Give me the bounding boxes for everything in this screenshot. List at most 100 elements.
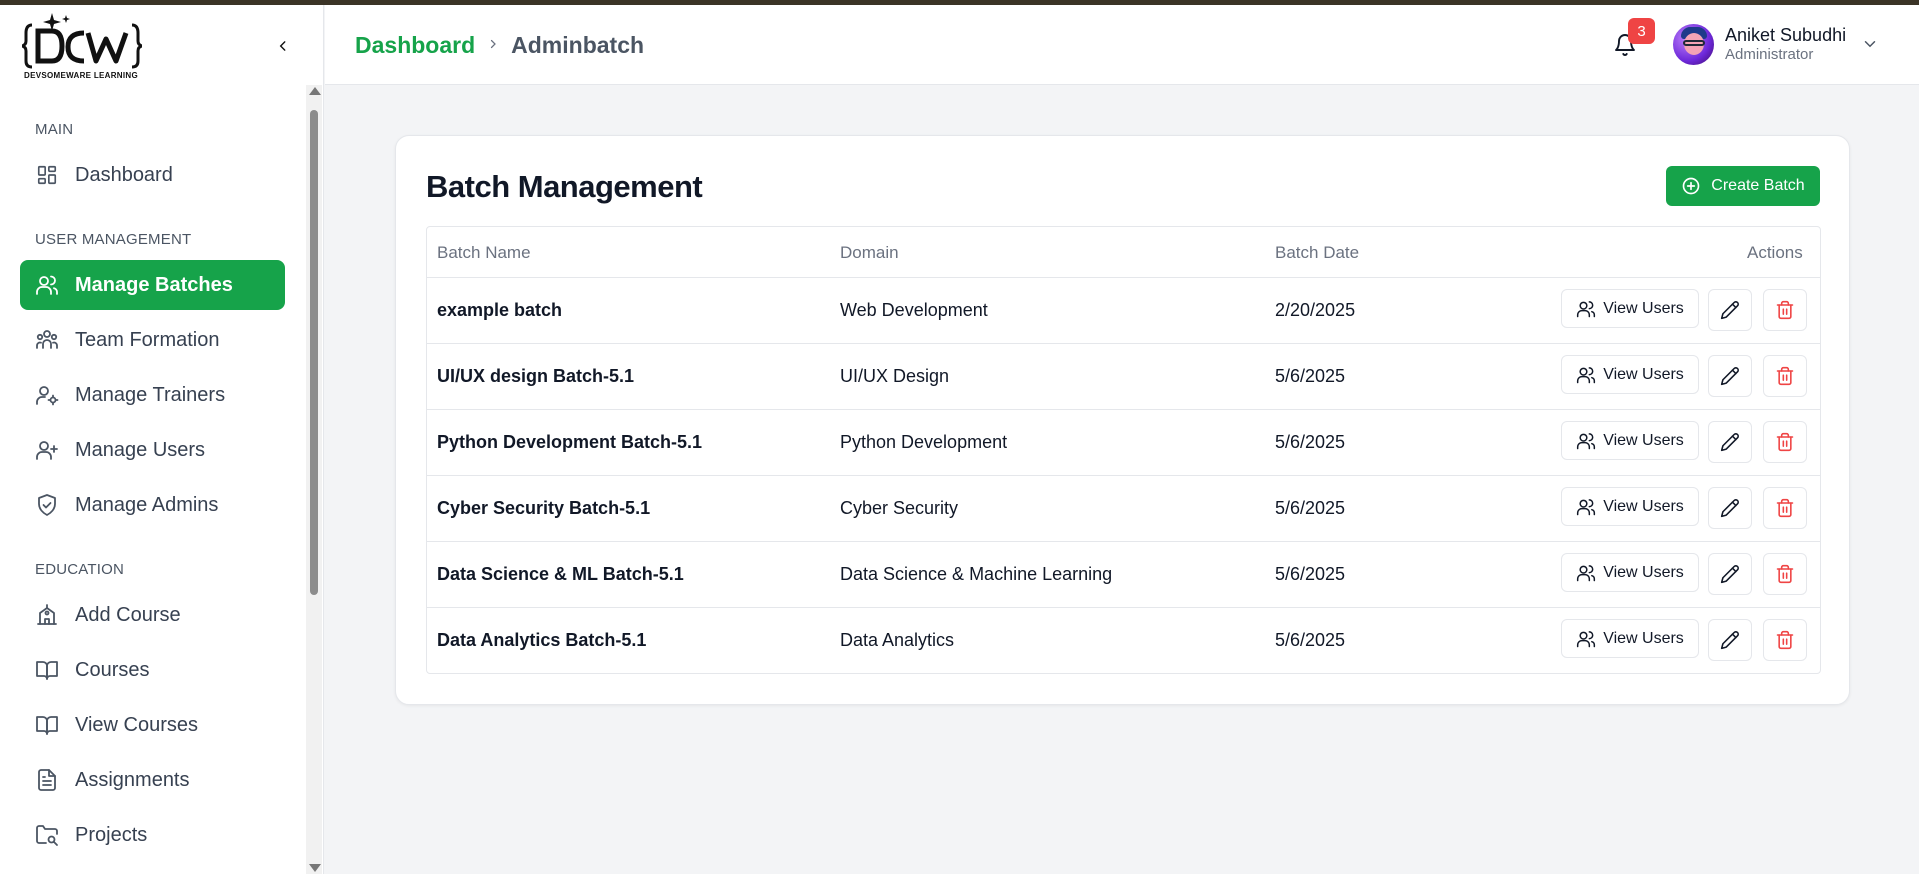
user-menu-toggle[interactable] bbox=[1861, 35, 1879, 53]
sidebar-item-label: Assignments bbox=[75, 768, 190, 791]
pencil-icon bbox=[1720, 499, 1739, 518]
create-batch-button[interactable]: Create Batch bbox=[1666, 166, 1820, 206]
trash-icon bbox=[1776, 498, 1794, 518]
section-label-user-management: USER MANAGEMENT bbox=[35, 231, 192, 248]
chevron-down-icon bbox=[1864, 41, 1876, 48]
table-row: Cyber Security Batch-5.1 Cyber Security … bbox=[427, 476, 1820, 542]
pencil-icon bbox=[1720, 301, 1739, 320]
edit-batch-button[interactable] bbox=[1708, 487, 1752, 529]
batch-name-cell: Data Science & ML Batch-5.1 bbox=[437, 564, 684, 584]
school-icon bbox=[35, 603, 59, 627]
domain-cell: UI/UX Design bbox=[840, 366, 950, 386]
delete-batch-button[interactable] bbox=[1763, 619, 1807, 661]
table-row: Python Development Batch-5.1 Python Deve… bbox=[427, 410, 1820, 476]
sidebar-item-manage-trainers[interactable]: Manage Trainers bbox=[20, 370, 285, 420]
file-text-icon bbox=[35, 768, 59, 792]
sidebar-item-label: Manage Trainers bbox=[75, 383, 226, 406]
delete-batch-button[interactable] bbox=[1763, 355, 1807, 397]
sidebar-item-projects[interactable]: Projects bbox=[20, 810, 285, 860]
sidebar: DEVSOMEWARE LEARNING MAIN Dashboard USER… bbox=[0, 5, 324, 874]
sidebar-item-courses[interactable]: Courses bbox=[20, 645, 285, 695]
trash-icon bbox=[1776, 564, 1794, 584]
sidebar-item-manage-admins[interactable]: Manage Admins bbox=[20, 480, 285, 530]
batch-management-card: Batch Management Create Batch Batch Name… bbox=[395, 135, 1850, 705]
chevron-right-icon bbox=[487, 35, 499, 56]
sidebar-item-view-courses[interactable]: View Courses bbox=[20, 700, 285, 750]
view-users-label: View Users bbox=[1603, 497, 1684, 515]
sidebar-item-label: Courses bbox=[75, 658, 150, 681]
view-users-label: View Users bbox=[1603, 629, 1684, 647]
user-role: Administrator bbox=[1725, 46, 1814, 63]
folder-search-icon bbox=[35, 823, 59, 847]
breadcrumb-dashboard-link[interactable]: Dashboard bbox=[355, 32, 475, 59]
plus-circle-icon bbox=[1681, 176, 1701, 196]
team-icon bbox=[35, 328, 59, 352]
delete-batch-button[interactable] bbox=[1763, 421, 1807, 463]
users-icon bbox=[35, 273, 59, 297]
avatar[interactable] bbox=[1673, 24, 1714, 65]
domain-cell: Python Development bbox=[840, 432, 1008, 452]
domain-cell: Data Analytics bbox=[840, 630, 955, 650]
batch-name-cell: UI/UX design Batch-5.1 bbox=[437, 366, 635, 386]
sidebar-item-manage-batches[interactable]: Manage Batches bbox=[20, 260, 285, 310]
batch-name-cell: Data Analytics Batch-5.1 bbox=[437, 630, 647, 650]
logo-area: DEVSOMEWARE LEARNING bbox=[0, 5, 324, 85]
scroll-up-arrow-icon[interactable] bbox=[309, 87, 321, 95]
logo-text: DEVSOMEWARE LEARNING bbox=[24, 71, 139, 80]
page-title: Batch Management bbox=[426, 169, 703, 204]
sidebar-item-manage-users[interactable]: Manage Users bbox=[20, 425, 285, 475]
scrollbar-thumb[interactable] bbox=[310, 110, 318, 595]
users-icon bbox=[1576, 629, 1596, 649]
create-batch-label: Create Batch bbox=[1711, 177, 1805, 194]
batch-table: Batch Name Domain Batch Date Actions exa… bbox=[426, 226, 1821, 674]
edit-batch-button[interactable] bbox=[1708, 553, 1752, 595]
edit-batch-button[interactable] bbox=[1708, 355, 1752, 397]
edit-batch-button[interactable] bbox=[1708, 619, 1752, 661]
sidebar-item-label: Dashboard bbox=[75, 163, 173, 186]
batch-name-cell: Cyber Security Batch-5.1 bbox=[437, 498, 651, 518]
batch-date-cell: 5/6/2025 bbox=[1275, 630, 1346, 650]
section-label-education: EDUCATION bbox=[35, 561, 125, 578]
sidebar-item-dashboard[interactable]: Dashboard bbox=[20, 150, 285, 200]
section-label-main: MAIN bbox=[35, 121, 74, 138]
trash-icon bbox=[1776, 432, 1794, 452]
view-users-button[interactable]: View Users bbox=[1561, 421, 1699, 460]
view-users-button[interactable]: View Users bbox=[1561, 619, 1699, 658]
view-users-label: View Users bbox=[1603, 299, 1684, 317]
users-icon bbox=[1576, 431, 1596, 451]
trash-icon bbox=[1776, 300, 1794, 320]
delete-batch-button[interactable] bbox=[1763, 553, 1807, 595]
users-icon bbox=[1576, 299, 1596, 319]
sidebar-nav: MAIN Dashboard USER MANAGEMENT Manage Ba… bbox=[0, 85, 306, 874]
delete-batch-button[interactable] bbox=[1763, 487, 1807, 529]
edit-batch-button[interactable] bbox=[1708, 421, 1752, 463]
table-header: Batch Name Domain Batch Date Actions bbox=[427, 227, 1820, 278]
sidebar-scrollbar[interactable] bbox=[306, 85, 322, 874]
user-name[interactable]: Aniket Subudhi bbox=[1725, 25, 1846, 46]
view-users-button[interactable]: View Users bbox=[1561, 487, 1699, 526]
delete-batch-button[interactable] bbox=[1763, 289, 1807, 331]
batch-name-cell: Python Development Batch-5.1 bbox=[437, 432, 703, 452]
sidebar-item-label: Manage Batches bbox=[75, 273, 233, 296]
user-cog-icon bbox=[35, 383, 59, 407]
scroll-down-arrow-icon[interactable] bbox=[309, 864, 321, 872]
view-users-label: View Users bbox=[1603, 563, 1684, 581]
pencil-icon bbox=[1720, 367, 1739, 386]
batch-date-cell: 2/20/2025 bbox=[1275, 300, 1356, 320]
view-users-button[interactable]: View Users bbox=[1561, 553, 1699, 592]
domain-cell: Web Development bbox=[840, 300, 988, 320]
column-header-batch-date: Batch Date bbox=[1275, 243, 1360, 262]
sidebar-item-assignments[interactable]: Assignments bbox=[20, 755, 285, 805]
sidebar-item-label: Projects bbox=[75, 823, 148, 846]
sidebar-item-team-formation[interactable]: Team Formation bbox=[20, 315, 285, 365]
domain-cell: Cyber Security bbox=[840, 498, 959, 518]
view-users-button[interactable]: View Users bbox=[1561, 355, 1699, 394]
view-users-button[interactable]: View Users bbox=[1561, 289, 1699, 328]
sidebar-item-add-course[interactable]: Add Course bbox=[20, 590, 285, 640]
edit-batch-button[interactable] bbox=[1708, 289, 1752, 331]
chevron-left-icon bbox=[279, 41, 286, 51]
collapse-sidebar-button[interactable] bbox=[272, 35, 294, 57]
book-open-icon bbox=[35, 658, 59, 682]
notification-badge: 3 bbox=[1628, 18, 1655, 44]
users-icon bbox=[1576, 563, 1596, 583]
